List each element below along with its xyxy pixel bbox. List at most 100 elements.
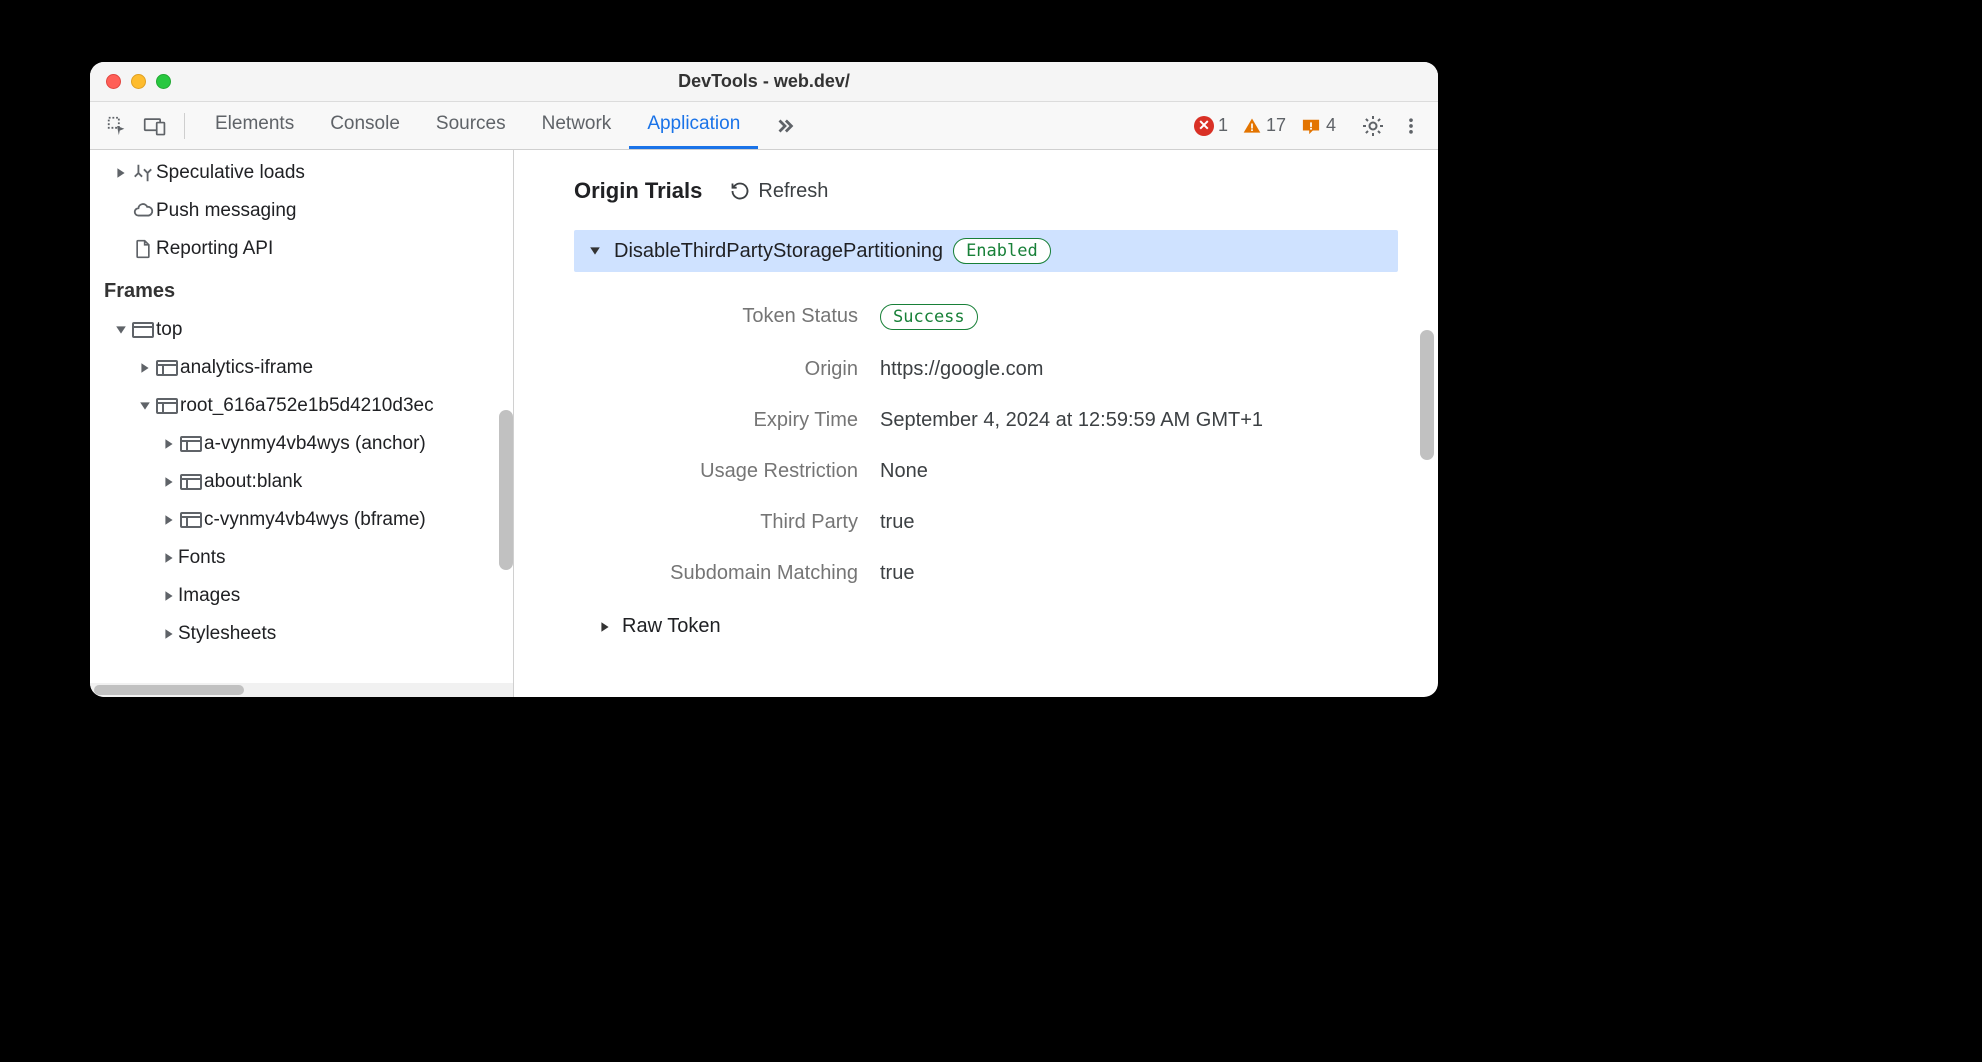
detail-row: Subdomain Matchingtrue [598,548,1398,599]
frame-top[interactable]: top [90,311,513,349]
device-toggle-icon[interactable] [138,109,172,143]
frame-item[interactable]: a-vynmy4vb4wys (anchor) [90,425,513,463]
frame-label: root_616a752e1b5d4210d3ec [180,395,434,417]
frame-item[interactable]: about:blank [90,463,513,501]
more-options-icon[interactable] [1394,109,1428,143]
file-icon [130,238,156,260]
frame-label: top [156,319,182,341]
close-window-button[interactable] [106,74,121,89]
tab-sources[interactable]: Sources [418,102,524,149]
errors-count: 1 [1218,115,1228,136]
warnings-count: 17 [1266,115,1286,136]
frame-item[interactable]: Images [90,577,513,615]
sidebar-item-label: Speculative loads [156,162,305,184]
panel-tabs: Elements Console Sources Network Applica… [197,102,758,149]
issues-counter[interactable]: 4 [1296,113,1340,138]
speculative-loads-icon [130,162,156,184]
trial-details-table: Token Status Success Originhttps://google.… [598,290,1398,599]
detail-key: Subdomain Matching [598,562,858,585]
frame-label: Stylesheets [178,623,276,645]
expand-chevron-icon [136,362,154,374]
frame-item[interactable]: c-vynmy4vb4wys (bframe) [90,501,513,539]
frame-icon [178,511,204,529]
expand-chevron-icon [160,628,178,640]
scrollbar-thumb[interactable] [94,685,244,695]
maximize-window-button[interactable] [156,74,171,89]
warnings-counter[interactable]: 17 [1238,113,1290,138]
sidebar-item-label: Reporting API [156,238,273,260]
frame-item[interactable]: Fonts [90,539,513,577]
refresh-button[interactable]: Refresh [730,180,828,203]
traffic-lights [106,74,171,89]
collapse-chevron-icon [112,324,130,336]
frame-label: Images [178,585,240,607]
detail-key: Token Status [598,305,858,328]
frame-label: analytics-iframe [180,357,313,379]
tab-network[interactable]: Network [524,102,630,149]
main-vertical-scrollbar-thumb[interactable] [1420,330,1434,460]
detail-value-pill: Success [880,304,978,330]
toolbar-separator [184,113,185,139]
inspect-element-icon[interactable] [100,109,134,143]
detail-value: true [880,511,914,534]
cloud-icon [130,200,156,222]
titlebar: DevTools - web.dev/ [90,62,1438,102]
tab-application[interactable]: Application [629,102,758,149]
sidebar-vertical-scrollbar-thumb[interactable] [499,410,513,570]
detail-row: Third Party true [598,497,1398,548]
sidebar-horizontal-scrollbar[interactable] [90,683,513,697]
refresh-label: Refresh [758,180,828,203]
expand-chevron-icon [596,621,614,633]
expand-chevron-icon [160,552,178,564]
origin-trial-row[interactable]: DisableThirdPartyStoragePartitioning Ena… [574,230,1398,272]
issues-count: 4 [1326,115,1336,136]
panel-heading: Origin Trials [574,178,702,204]
detail-row: Expiry Time September 4, 2024 at 12:59:59… [598,395,1398,446]
frame-item[interactable]: analytics-iframe [90,349,513,387]
frame-icon [178,435,204,453]
warning-icon [1242,116,1262,136]
window-icon [130,320,156,340]
tab-console[interactable]: Console [312,102,418,149]
refresh-icon [730,181,750,201]
error-icon: ✕ [1194,116,1214,136]
frame-label: Fonts [178,547,226,569]
detail-key: Expiry Time [598,409,858,432]
frame-item[interactable]: Stylesheets [90,615,513,653]
detail-row: Originhttps://google.com [598,344,1398,395]
frame-icon [178,473,204,491]
detail-value: September 4, 2024 at 12:59:59 AM GMT+1 [880,409,1263,432]
frames-heading: Frames [90,268,513,311]
frame-label: c-vynmy4vb4wys (bframe) [204,509,426,531]
trial-name: DisableThirdPartyStoragePartitioning [614,240,943,263]
sidebar-item-reporting-api[interactable]: Reporting API [90,230,513,268]
errors-counter[interactable]: ✕ 1 [1190,113,1232,138]
expand-chevron-icon [112,167,130,179]
window-title: DevTools - web.dev/ [90,71,1438,92]
devtools-window: DevTools - web.dev/ Elements Console Sou… [90,62,1438,697]
frame-item[interactable]: root_616a752e1b5d4210d3ec [90,387,513,425]
minimize-window-button[interactable] [131,74,146,89]
frame-label: a-vynmy4vb4wys (anchor) [204,433,426,455]
application-sidebar: Speculative loads Push messaging [90,150,514,697]
sidebar-item-push-messaging[interactable]: Push messaging [90,192,513,230]
trial-status-pill: Enabled [953,238,1051,264]
more-tabs-button[interactable] [762,115,808,137]
detail-key: Third Party [598,511,858,534]
expand-chevron-icon [160,514,178,526]
detail-row: Usage RestrictionNone [598,446,1398,497]
sidebar-item-speculative-loads[interactable]: Speculative loads [90,154,513,192]
main-panel: Origin Trials Refresh DisableThirdPartyS… [514,150,1438,697]
issue-icon [1300,117,1322,135]
expand-chevron-icon [160,438,178,450]
detail-key: Usage Restriction [598,460,858,483]
main-toolbar: Elements Console Sources Network Applica… [90,102,1438,150]
frame-icon [154,397,180,415]
settings-gear-icon[interactable] [1356,109,1390,143]
content-area: Speculative loads Push messaging [90,150,1438,697]
raw-token-row[interactable]: Raw Token [574,599,1398,638]
expand-chevron-icon [160,476,178,488]
expand-chevron-icon [160,590,178,602]
tab-elements[interactable]: Elements [197,102,312,149]
detail-row: Token Status Success [598,290,1398,344]
